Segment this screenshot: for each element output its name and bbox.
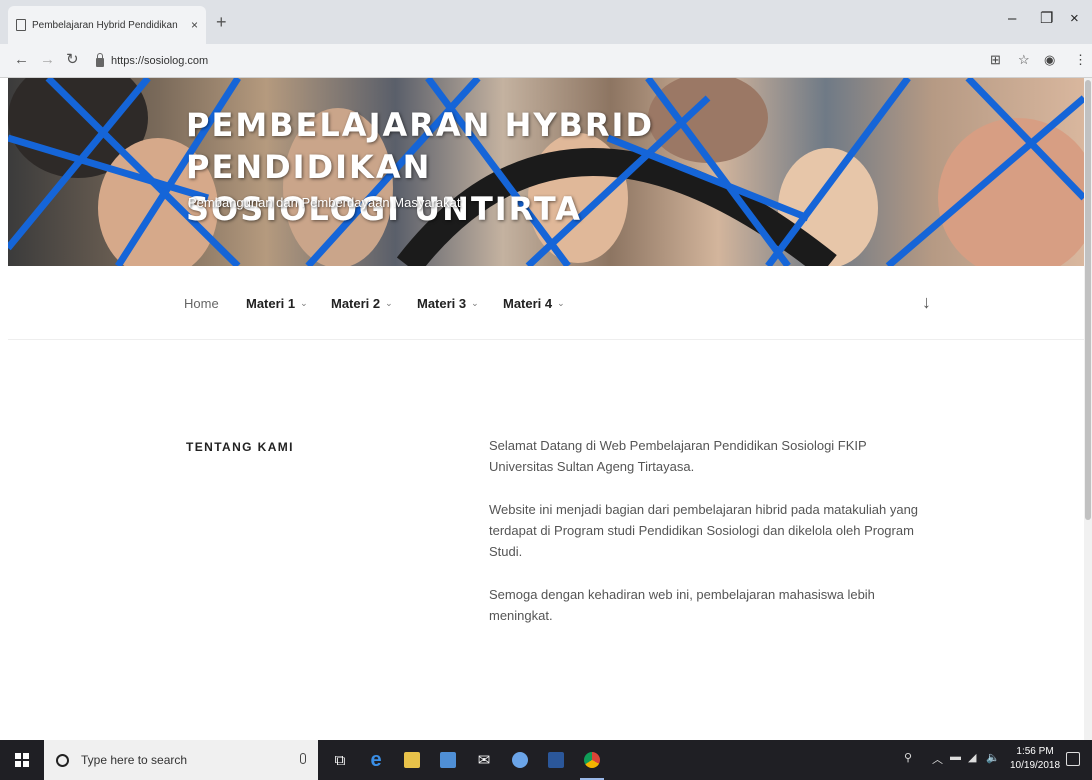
chrome-icon[interactable] (580, 748, 604, 780)
cortana-icon (56, 753, 69, 767)
maximize-button[interactable]: ❐ (1040, 10, 1053, 28)
nav-item-home[interactable]: Home (184, 296, 219, 311)
paragraph: Website ini menjadi bagian dari pembelaj… (489, 502, 919, 559)
close-window-button[interactable]: × (1070, 10, 1079, 28)
chevron-down-icon: ⌄ (300, 298, 308, 308)
chevron-down-icon: ⌄ (557, 298, 565, 308)
nav-item-label: Materi 1 (246, 296, 296, 311)
address-bar[interactable]: https://sosiolog.com (96, 50, 976, 72)
taskbar-search-placeholder[interactable]: Type here to search (81, 753, 187, 767)
file-explorer-icon[interactable] (436, 748, 460, 772)
clock-time: 1:56 PM (1016, 746, 1054, 757)
forward-icon[interactable]: → (40, 52, 55, 68)
nav-item-label: Home (184, 296, 219, 311)
bookmark-star-icon[interactable]: ☆ (1018, 53, 1030, 67)
site-title-line1[interactable]: PEMBELAJARAN HYBRID PENDIDIKAN (186, 104, 906, 188)
app-globe-icon[interactable] (508, 748, 532, 772)
network-icon[interactable]: ◢ (968, 751, 976, 764)
clock-date: 10/19/2018 (1010, 760, 1061, 771)
url-text[interactable]: https://sosiolog.com (111, 55, 208, 67)
taskbar-clock[interactable]: 1:56 PM 10/19/2018 (1010, 745, 1060, 773)
minimize-button[interactable]: – (1008, 10, 1016, 28)
lock-icon (96, 53, 104, 67)
nav-item-materi-4[interactable]: Materi 4 ⌄ (503, 296, 565, 311)
notification-center-icon[interactable] (1066, 752, 1080, 766)
scroll-down-arrow-icon[interactable]: ↓ (922, 292, 931, 313)
store-icon[interactable] (400, 748, 424, 772)
start-button[interactable] (0, 740, 44, 780)
battery-icon[interactable]: ▬ (950, 751, 961, 763)
about-content: Selamat Datang di Web Pembelajaran Pendi… (489, 435, 919, 648)
taskbar-search[interactable]: Type here to search (44, 740, 318, 780)
browser-toolbar: ← → ↻ https://sosiolog.com ⊞ ☆ ◉ ⋮ (0, 44, 1092, 78)
microphone-icon[interactable] (300, 753, 306, 764)
page-scrollbar-thumb[interactable] (1085, 80, 1091, 520)
nav-item-materi-3[interactable]: Materi 3 ⌄ (417, 296, 479, 311)
windows-taskbar: Type here to search ⧉ e ✉ ⚲ ︿ ▬ ◢ 🔈 1:56… (0, 740, 1092, 780)
nav-item-label: Materi 2 (331, 296, 381, 311)
section-heading: TENTANG KAMI (186, 440, 294, 454)
header-banner: PEMBELAJARAN HYBRID PENDIDIKAN SOSIOLOGI… (8, 78, 1084, 266)
windows-logo-icon (15, 753, 29, 767)
edge-browser-icon[interactable]: e (364, 748, 388, 772)
page-icon (16, 19, 26, 31)
nav-item-label: Materi 3 (417, 296, 467, 311)
chevron-down-icon: ⌄ (471, 298, 479, 308)
main-navigation: Home Materi 1 ⌄ Materi 2 ⌄ Materi 3 ⌄ Ma… (8, 266, 1084, 340)
nav-item-materi-1[interactable]: Materi 1 ⌄ (246, 296, 308, 311)
reload-icon[interactable]: ↻ (66, 52, 79, 68)
browser-tabstrip: Pembelajaran Hybrid Pendidikan × + – ❐ × (0, 0, 1092, 44)
profile-icon[interactable]: ◉ (1044, 53, 1055, 67)
volume-icon[interactable]: 🔈 (986, 751, 1000, 764)
nav-item-label: Materi 4 (503, 296, 553, 311)
chevron-down-icon: ⌄ (385, 298, 393, 308)
tray-chevron-up-icon[interactable]: ︿ (932, 751, 943, 767)
people-icon[interactable]: ⚲ (904, 751, 912, 764)
site-title[interactable]: PEMBELAJARAN HYBRID PENDIDIKAN SOSIOLOGI… (186, 104, 906, 230)
paragraph: Selamat Datang di Web Pembelajaran Pendi… (489, 438, 867, 474)
task-view-icon[interactable]: ⧉ (328, 748, 352, 772)
new-tab-button[interactable]: + (216, 13, 227, 31)
menu-kebab-icon[interactable]: ⋮ (1074, 53, 1087, 67)
nav-item-materi-2[interactable]: Materi 2 ⌄ (331, 296, 393, 311)
site-tagline: Pembangunan dan Pemberdayaan Masyarakat (188, 195, 461, 210)
browser-tab[interactable]: Pembelajaran Hybrid Pendidikan × (8, 6, 206, 44)
tab-title: Pembelajaran Hybrid Pendidikan (32, 19, 178, 31)
mail-icon[interactable]: ✉ (472, 748, 496, 772)
tab-close-icon[interactable]: × (191, 18, 198, 32)
translate-icon[interactable]: ⊞ (990, 53, 1001, 67)
paragraph: Semoga dengan kehadiran web ini, pembela… (489, 587, 875, 623)
back-icon[interactable]: ← (14, 52, 29, 68)
word-icon[interactable] (544, 748, 568, 772)
